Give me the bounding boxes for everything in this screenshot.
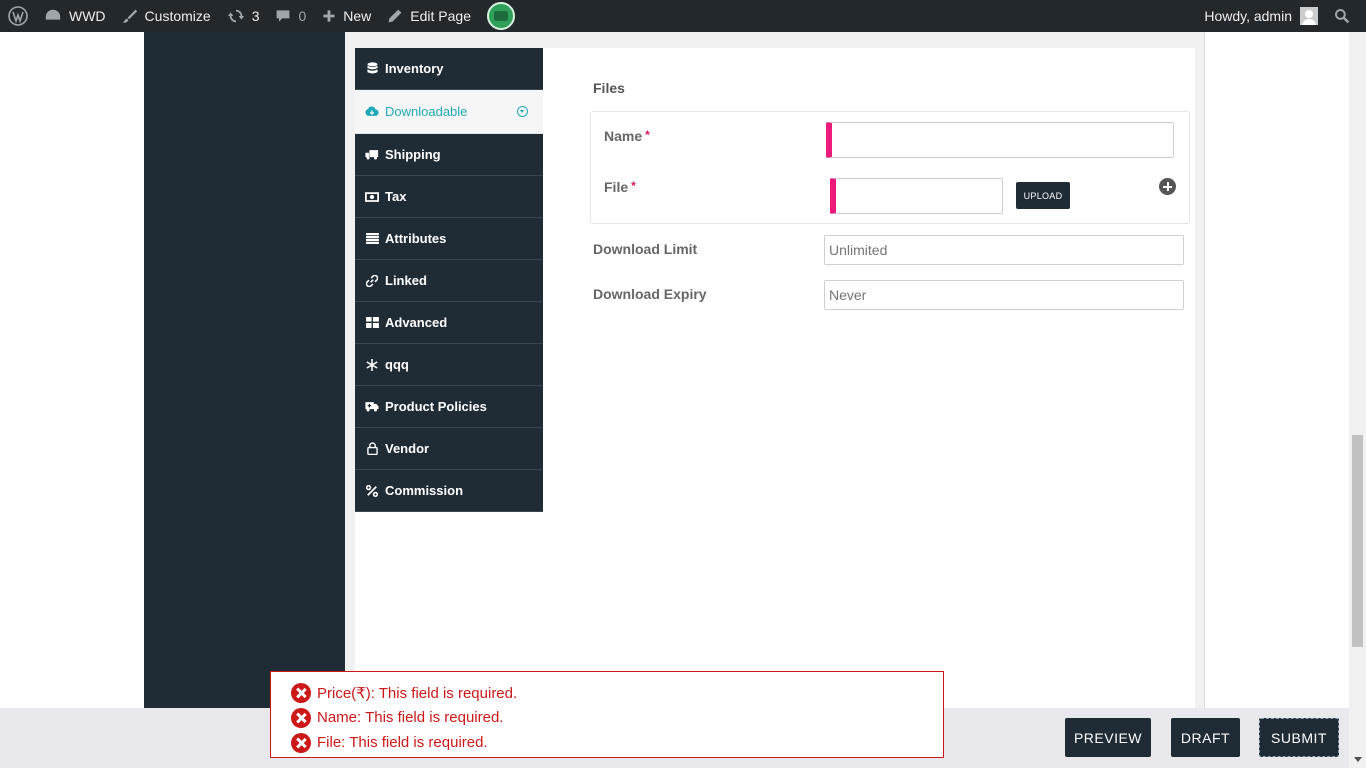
file-url-input[interactable]: [830, 178, 1003, 214]
lock-icon: [365, 442, 379, 455]
download-expiry-label: Download Expiry: [593, 286, 707, 302]
download-expiry-input[interactable]: [824, 280, 1184, 310]
tab-product-policies[interactable]: Product Policies: [355, 386, 543, 428]
scroll-down-arrow-icon[interactable]: [1354, 757, 1362, 762]
wordpress-logo-button[interactable]: [0, 0, 36, 32]
tab-linked[interactable]: Linked: [355, 260, 543, 302]
file-name-input[interactable]: [826, 122, 1174, 158]
comments-link[interactable]: 0: [267, 0, 314, 32]
pencil-icon: [388, 9, 402, 23]
submit-button[interactable]: SUBMIT: [1259, 718, 1339, 757]
comments-count: 0: [298, 8, 307, 24]
tab-label: Vendor: [385, 441, 430, 456]
howdy-label: Howdy, admin: [1204, 8, 1292, 24]
percent-icon: [365, 484, 379, 497]
tab-attributes[interactable]: Attributes: [355, 218, 543, 260]
scrollbar-thumb[interactable]: [1352, 435, 1363, 647]
avatar: [1300, 7, 1318, 25]
tab-label: Attributes: [385, 231, 447, 246]
file-label: File *: [604, 179, 636, 195]
tab-label: Tax: [385, 189, 407, 204]
my-account-link[interactable]: Howdy, admin: [1196, 0, 1326, 32]
ambulance-icon: [365, 401, 379, 412]
admin-bar: WWD Customize 3 0 New Edit Page Howdy, a…: [0, 0, 1366, 32]
site-name: WWD: [69, 8, 106, 24]
files-heading: Files: [593, 80, 625, 96]
link-icon: [365, 274, 379, 287]
tab-downloadable[interactable]: Downloadable: [355, 90, 543, 134]
download-limit-label: Download Limit: [593, 241, 698, 257]
cloud-download-icon: [365, 106, 379, 117]
customize-label: Customize: [144, 8, 211, 24]
add-file-plus-icon[interactable]: [1159, 178, 1176, 195]
brush-icon: [122, 9, 137, 23]
error-icon: [291, 732, 311, 753]
new-content-link[interactable]: New: [314, 0, 379, 32]
expand-circle-icon: [517, 106, 528, 117]
snowflake-icon: [365, 358, 379, 371]
tab-shipping[interactable]: Shipping: [355, 134, 543, 176]
updates-link[interactable]: 3: [219, 0, 268, 32]
search-icon: [1335, 9, 1350, 24]
customize-link[interactable]: Customize: [114, 0, 219, 32]
plugin-logo-icon[interactable]: [487, 2, 516, 30]
wordpress-icon: [8, 6, 28, 26]
error-message: Price(₹): This field is required.: [291, 680, 923, 705]
updates-icon: [227, 9, 244, 23]
site-name-link[interactable]: WWD: [36, 0, 114, 32]
truck-icon: [365, 149, 379, 160]
tab-label: Shipping: [385, 147, 441, 162]
database-icon: [365, 62, 379, 75]
tab-label: Downloadable: [385, 104, 468, 119]
edit-page-label: Edit Page: [410, 8, 472, 24]
tab-label: Inventory: [385, 61, 444, 76]
error-messages: Price(₹): This field is required. Name: …: [270, 671, 944, 758]
search-button[interactable]: [1326, 0, 1366, 32]
draft-button[interactable]: DRAFT: [1171, 718, 1240, 757]
name-label: Name *: [604, 128, 650, 144]
money-icon: [365, 191, 379, 202]
product-data-tabs: Inventory Downloadable Shipping Tax Attr…: [355, 48, 543, 512]
tab-tax[interactable]: Tax: [355, 176, 543, 218]
preview-button[interactable]: PREVIEW: [1065, 718, 1151, 757]
error-icon: [291, 707, 311, 728]
tab-label: Commission: [385, 483, 464, 498]
upload-button[interactable]: UPLOAD: [1016, 182, 1070, 209]
plus-icon: [323, 10, 335, 22]
tab-label: Linked: [385, 273, 427, 288]
download-limit-input[interactable]: [824, 235, 1184, 265]
new-label: New: [343, 8, 372, 24]
comment-icon: [277, 10, 290, 22]
tab-label: qqq: [385, 357, 409, 372]
required-marker: *: [645, 128, 650, 142]
page-scrollbar[interactable]: [1349, 32, 1366, 768]
error-icon: [291, 682, 311, 703]
updates-count: 3: [251, 8, 260, 24]
tab-label: Advanced: [385, 315, 448, 330]
tab-qqq[interactable]: qqq: [355, 344, 543, 386]
tab-advanced[interactable]: Advanced: [355, 302, 543, 344]
grid-icon: [365, 317, 379, 328]
tab-commission[interactable]: Commission: [355, 470, 543, 512]
dashboard-icon: [45, 9, 61, 20]
edit-page-link[interactable]: Edit Page: [379, 0, 479, 32]
error-message: File: This field is required.: [291, 730, 923, 755]
tab-inventory[interactable]: Inventory: [355, 48, 543, 90]
error-message: Name: This field is required.: [291, 705, 923, 730]
tab-label: Product Policies: [385, 399, 487, 414]
list-icon: [365, 233, 379, 244]
tab-vendor[interactable]: Vendor: [355, 428, 543, 470]
dark-sidebar-background: [144, 32, 345, 708]
required-marker: *: [631, 179, 636, 193]
